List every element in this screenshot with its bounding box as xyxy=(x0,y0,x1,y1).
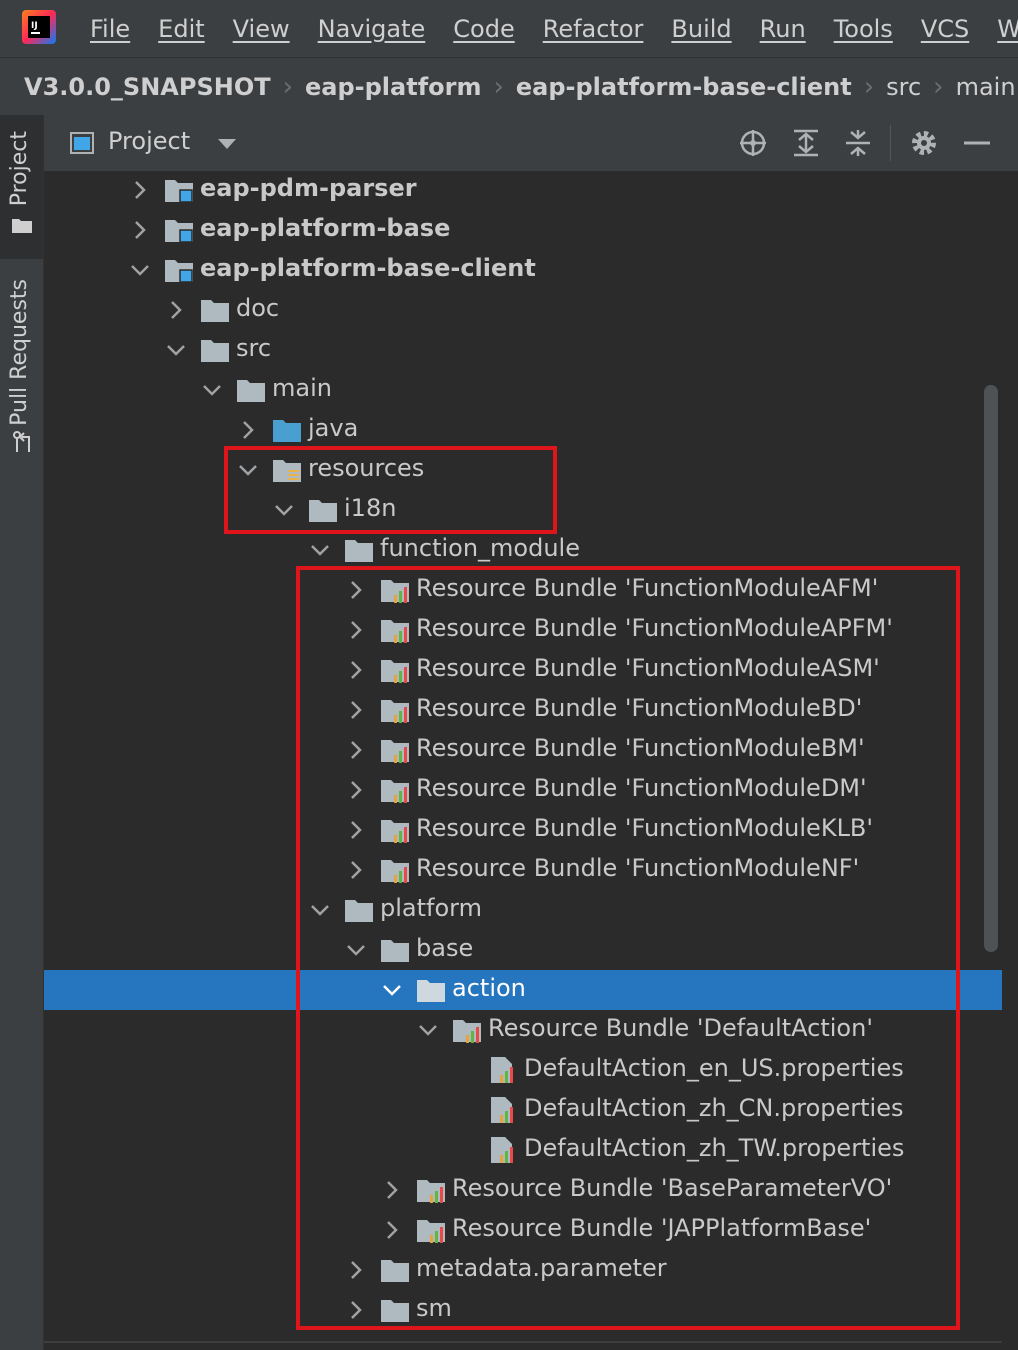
header-divider xyxy=(890,125,891,161)
breadcrumb-separator: › xyxy=(863,71,875,102)
tree-bottom-divider xyxy=(44,1341,1002,1343)
tree-row[interactable]: src xyxy=(44,330,1002,370)
chevron-right-icon[interactable] xyxy=(128,178,152,202)
menu-item-navigate[interactable]: Navigate xyxy=(318,15,426,43)
menu-item-vcs[interactable]: VCS xyxy=(921,15,969,43)
tree-row[interactable]: doc xyxy=(44,290,1002,330)
chevron-down-icon[interactable] xyxy=(128,258,152,282)
chevron-down-icon[interactable] xyxy=(164,338,188,362)
module-folder-icon xyxy=(165,220,193,243)
tree-row[interactable]: java xyxy=(44,410,1002,450)
chevron-down-icon[interactable] xyxy=(218,139,236,149)
menu-item-window[interactable]: Window xyxy=(997,15,1018,43)
expand-all-icon[interactable] xyxy=(791,128,821,158)
menu-bar: IJ File Edit View Navigate Code Refactor Build… xyxy=(0,0,1018,57)
tree-node-label: function_module xyxy=(380,534,580,562)
breadcrumb-item[interactable]: main xyxy=(956,73,1016,101)
highlight-box-resources xyxy=(224,446,557,534)
menu-item-build[interactable]: Build xyxy=(671,15,731,43)
folder-icon xyxy=(345,540,373,562)
folder-icon xyxy=(201,300,229,322)
chevron-down-icon[interactable] xyxy=(308,538,332,562)
folder-icon xyxy=(12,219,32,233)
pull-request-icon xyxy=(13,431,30,452)
svg-text:IJ: IJ xyxy=(31,21,38,31)
collapse-all-icon[interactable] xyxy=(843,128,873,158)
module-folder-icon xyxy=(165,260,193,283)
menu-item-edit[interactable]: Edit xyxy=(158,15,204,43)
breadcrumb-item[interactable]: eap-platform-base-client xyxy=(516,73,852,101)
menu-items: File Edit View Navigate Code Refactor Build Run… xyxy=(90,0,1018,57)
tree-row[interactable]: main xyxy=(44,370,1002,410)
menu-item-run[interactable]: Run xyxy=(760,15,806,43)
chevron-down-icon[interactable] xyxy=(200,378,224,402)
module-folder-icon xyxy=(165,180,193,203)
menu-item-view[interactable]: View xyxy=(233,15,290,43)
project-view-icon xyxy=(70,132,94,154)
folder-icon xyxy=(237,380,265,402)
tree-node-label: src xyxy=(236,334,272,362)
breadcrumb-item[interactable]: src xyxy=(886,73,921,101)
gear-icon[interactable] xyxy=(909,128,939,158)
tab-project[interactable]: Project xyxy=(0,115,43,259)
breadcrumb-separator: › xyxy=(282,71,293,102)
menu-item-code[interactable]: Code xyxy=(453,15,514,43)
tree-node-label: main xyxy=(272,374,332,402)
breadcrumb-item[interactable]: V3.0.0_SNAPSHOT xyxy=(24,73,271,101)
locate-icon[interactable] xyxy=(738,128,768,158)
intellij-idea-logo-icon[interactable]: IJ xyxy=(22,10,56,44)
breadcrumb: V3.0.0_SNAPSHOT › eap-platform › eap-platfor… xyxy=(0,57,1018,116)
tree-node-label: doc xyxy=(236,294,280,322)
left-tool-strip: Project Pull Requests xyxy=(0,115,44,1350)
tree-node-label: java xyxy=(308,414,359,442)
vertical-scrollbar[interactable] xyxy=(984,385,998,952)
tree-row[interactable]: eap-pdm-parser xyxy=(44,171,1002,210)
tree-row[interactable]: eap-platform-base xyxy=(44,210,1002,250)
breadcrumb-separator: › xyxy=(933,71,944,102)
project-tool-window-header: Project xyxy=(44,115,1018,171)
folder-icon xyxy=(201,340,229,362)
highlight-box-resource-bundles xyxy=(296,566,960,1330)
tab-pull-requests-label: Pull Requests xyxy=(7,279,32,426)
tree-row[interactable]: eap-platform-base-client xyxy=(44,250,1002,290)
tab-project-label: Project xyxy=(7,131,32,207)
tab-pull-requests[interactable]: Pull Requests xyxy=(0,275,43,465)
tree-node-label: eap-pdm-parser xyxy=(200,174,417,202)
tree-row[interactable]: function_module xyxy=(44,530,1002,570)
tree-node-label: eap-platform-base-client xyxy=(200,254,536,282)
menu-item-tools[interactable]: Tools xyxy=(834,15,893,43)
tool-window-title[interactable]: Project xyxy=(108,127,190,155)
chevron-right-icon[interactable] xyxy=(236,418,260,442)
chevron-right-icon[interactable] xyxy=(164,298,188,322)
menu-item-file[interactable]: File xyxy=(90,15,130,43)
breadcrumb-item[interactable]: eap-platform xyxy=(305,73,481,101)
source-folder-icon xyxy=(273,420,301,442)
menu-item-refactor[interactable]: Refactor xyxy=(543,15,644,43)
breadcrumb-separator: › xyxy=(493,71,504,102)
chevron-right-icon[interactable] xyxy=(128,218,152,242)
hide-icon[interactable] xyxy=(962,128,992,158)
tree-node-label: eap-platform-base xyxy=(200,214,451,242)
